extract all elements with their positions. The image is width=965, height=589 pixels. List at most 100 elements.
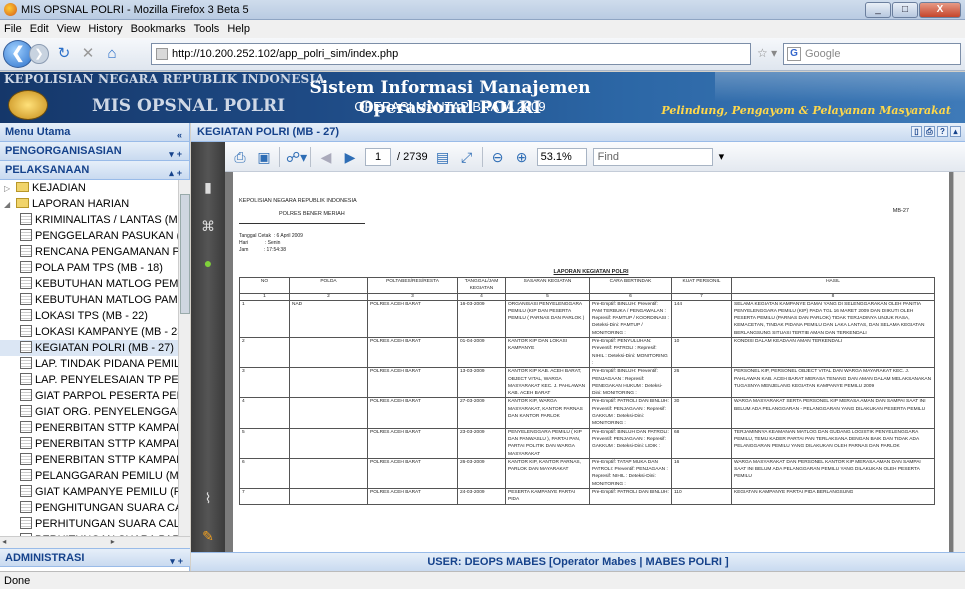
zoom-in-icon[interactable]: ⊕ bbox=[513, 148, 531, 166]
cell-hasil: SELAMA KEGIATAN KAMPANYE DAMAI YANG DI S… bbox=[731, 299, 935, 339]
section-administrasi[interactable]: ADMINISTRASI ▾+ bbox=[0, 548, 190, 567]
tree-item[interactable]: PENERBITAN STTP KAMPANYE PF bbox=[0, 420, 178, 436]
print-date-value: 6 April 2009 bbox=[276, 233, 303, 239]
tree-item[interactable]: KEGIATAN POLRI (MB - 27) bbox=[0, 340, 178, 356]
stop-icon[interactable]: ✕ bbox=[79, 45, 97, 63]
cell-kuat: 144 bbox=[671, 299, 732, 339]
tree-item[interactable]: ◢ LAPORAN HARIAN bbox=[0, 196, 178, 212]
cell-cara: Pre-Emptif: PATROLI DAN BINLUH: Preventi… bbox=[589, 397, 672, 429]
report-title: LAPORAN KEGIATAN POLRI bbox=[553, 269, 629, 275]
save-icon[interactable]: ▣ bbox=[255, 148, 273, 166]
section-pelaksanaan[interactable]: PELAKSANAAN ▴+ bbox=[0, 161, 189, 180]
tree-item[interactable]: KEBUTUHAN MATLOG PAM PEMIL bbox=[0, 292, 178, 308]
time-value: 17:54:38 bbox=[266, 247, 286, 253]
section-pengorganisasian[interactable]: PENGORGANISASIAN ▾+ bbox=[0, 142, 189, 161]
tree-item[interactable]: LOKASI TPS (MB - 22) bbox=[0, 308, 178, 324]
zoom-out-icon[interactable]: ⊖ bbox=[489, 148, 507, 166]
menu-view[interactable]: View bbox=[57, 23, 81, 35]
scroll-thumb[interactable] bbox=[180, 194, 190, 314]
tree-item[interactable]: GIAT ORG. PENYELENGGARA PEI bbox=[0, 404, 178, 420]
tree-item[interactable]: PENERBITAN STTP KAMPANYE PII bbox=[0, 436, 178, 452]
tree-item[interactable]: LOKASI KAMPANYE (MB - 23) bbox=[0, 324, 178, 340]
minimize-button[interactable]: _ bbox=[865, 2, 891, 18]
tree-item[interactable]: KRIMINALITAS / LANTAS (MB-1) bbox=[0, 212, 178, 228]
expand-icon[interactable]: ▾+ bbox=[170, 552, 186, 571]
pages-icon[interactable]: ▮ bbox=[200, 179, 216, 195]
menu-file[interactable]: File bbox=[4, 23, 22, 35]
cell-polda bbox=[289, 337, 368, 369]
url-bar[interactable]: http://10.200.252.102/app_polri_sim/inde… bbox=[151, 43, 751, 65]
next-page-icon[interactable]: ▶ bbox=[341, 148, 359, 166]
previous-page-icon[interactable]: ◀ bbox=[317, 148, 335, 166]
home-icon[interactable]: ⌂ bbox=[103, 45, 121, 63]
tree-item-label: RENCANA PENGAMANAN PEMILU bbox=[35, 246, 178, 258]
tree-item[interactable]: KEBUTUHAN MATLOG PEMILU (ME bbox=[0, 276, 178, 292]
viewer-side-toolbar: ▮ ⌘ ● ⌇ ✎ bbox=[191, 142, 225, 571]
tree-item[interactable]: PENERBITAN STTP KAMPANYE LE bbox=[0, 452, 178, 468]
tree-item-label: POLA PAM TPS (MB - 18) bbox=[35, 262, 163, 274]
tree-item[interactable]: PELANGGARAN PEMILU (MB-33) bbox=[0, 468, 178, 484]
signatures-icon[interactable]: ✎ bbox=[200, 528, 216, 544]
report-scrollbar[interactable] bbox=[953, 172, 965, 571]
tree-item-label: PENERBITAN STTP KAMPANYE LE bbox=[35, 454, 178, 466]
menu-tools[interactable]: Tools bbox=[194, 23, 220, 35]
document-icon bbox=[20, 357, 32, 369]
menu-history[interactable]: History bbox=[88, 23, 122, 35]
print-icon[interactable]: ⎙ bbox=[231, 148, 249, 166]
cell-kuat: 10 bbox=[671, 337, 732, 369]
tree-item[interactable]: POLA PAM TPS (MB - 18) bbox=[0, 260, 178, 276]
tree-item[interactable]: GIAT KAMPANYE PEMILU (PRES/L bbox=[0, 484, 178, 500]
collapsed-arrow-icon[interactable]: ▷ bbox=[4, 181, 14, 196]
cell-kuat: 26 bbox=[671, 367, 732, 399]
fit-width-icon[interactable]: ⤢ bbox=[458, 148, 476, 166]
bookmark-star-icon[interactable]: ☆ ▾ bbox=[757, 46, 777, 60]
page-number-input[interactable]: 1 bbox=[365, 147, 391, 166]
tree-scrollbar[interactable] bbox=[178, 180, 190, 536]
cell-hasil: TERJAMINNYA KEAMANAN MATLOG DAN GUDANG L… bbox=[731, 427, 935, 459]
tree-item[interactable]: PENGHITUNGAN SUARA CAPRES/ bbox=[0, 500, 178, 516]
tree-horizontal-scrollbar[interactable]: ◂ ▸ bbox=[0, 536, 190, 548]
report-unit: POLRES BENER MERIAH bbox=[279, 211, 345, 217]
zoom-select[interactable]: 53.1% bbox=[536, 147, 587, 166]
fit-page-icon[interactable]: ▤ bbox=[434, 148, 452, 166]
section-label: ADMINISTRASI bbox=[5, 552, 85, 564]
binoculars-icon[interactable]: ⌘ bbox=[200, 218, 216, 234]
tree-item[interactable]: LAP. TINDAK PIDANA PEMILU (MB bbox=[0, 356, 178, 372]
tree-item[interactable]: PENGGELARAN PASUKAN (MB-16 bbox=[0, 228, 178, 244]
reload-icon[interactable]: ↻ bbox=[55, 45, 73, 63]
column-number: 3 bbox=[367, 292, 458, 301]
cell-polda bbox=[289, 367, 368, 399]
share-icon[interactable]: ☍▾ bbox=[286, 148, 307, 166]
tree-item-label: PERHITUNGAN SUARA CALEG (M bbox=[35, 518, 178, 530]
help-icon[interactable]: ● bbox=[200, 255, 216, 271]
panel-help-icon[interactable]: ? bbox=[937, 126, 948, 137]
document-icon bbox=[20, 325, 32, 337]
tree-item[interactable]: GIAT PARPOL PESERTA PEMILU (I bbox=[0, 388, 178, 404]
menu-help[interactable]: Help bbox=[227, 23, 250, 35]
panel-scroll-up-icon[interactable]: ▴ bbox=[950, 126, 961, 137]
tree-item-label: GIAT ORG. PENYELENGGARA PEI bbox=[35, 406, 178, 418]
forward-button[interactable]: ❯ bbox=[29, 44, 49, 64]
document-icon bbox=[20, 229, 32, 241]
cell-no: 3 bbox=[239, 367, 290, 399]
expanded-arrow-icon[interactable]: ◢ bbox=[4, 197, 14, 212]
panel-print-icon[interactable]: ⎙ bbox=[924, 126, 935, 137]
find-dropdown-icon[interactable]: ▾ bbox=[719, 150, 725, 163]
find-input[interactable]: Find bbox=[592, 147, 713, 166]
maximize-button[interactable]: □ bbox=[892, 2, 918, 18]
tree-item[interactable]: ▷ KEJADIAN bbox=[0, 180, 178, 196]
attachment-icon[interactable]: ⌇ bbox=[200, 490, 216, 506]
table-row: 1 NAD POLRES ACEH BARAT 16-03-2009 ORGANISAS… bbox=[239, 299, 935, 339]
tree-item[interactable]: PERHITUNGAN SUARA CALEG (M bbox=[0, 516, 178, 532]
tree-item[interactable]: LAP. PENYELESAIAN TP PEMILU (I bbox=[0, 372, 178, 388]
menu-edit[interactable]: Edit bbox=[30, 23, 49, 35]
url-text: http://10.200.252.102/app_polri_sim/inde… bbox=[172, 48, 399, 60]
table-row: 4 POLRES ACEH BARAT 27-03-2009 KANTOR KIP, … bbox=[239, 397, 935, 429]
close-button[interactable]: X bbox=[919, 2, 961, 18]
tree-item[interactable]: RENCANA PENGAMANAN PEMILU bbox=[0, 244, 178, 260]
tree-item-label: LAP. PENYELESAIAN TP PEMILU (I bbox=[35, 374, 178, 386]
menu-bookmarks[interactable]: Bookmarks bbox=[131, 23, 186, 35]
column-number: 4 bbox=[457, 292, 506, 301]
search-box[interactable]: G Google bbox=[783, 43, 961, 65]
panel-tool-icon[interactable]: ▯ bbox=[911, 126, 922, 137]
